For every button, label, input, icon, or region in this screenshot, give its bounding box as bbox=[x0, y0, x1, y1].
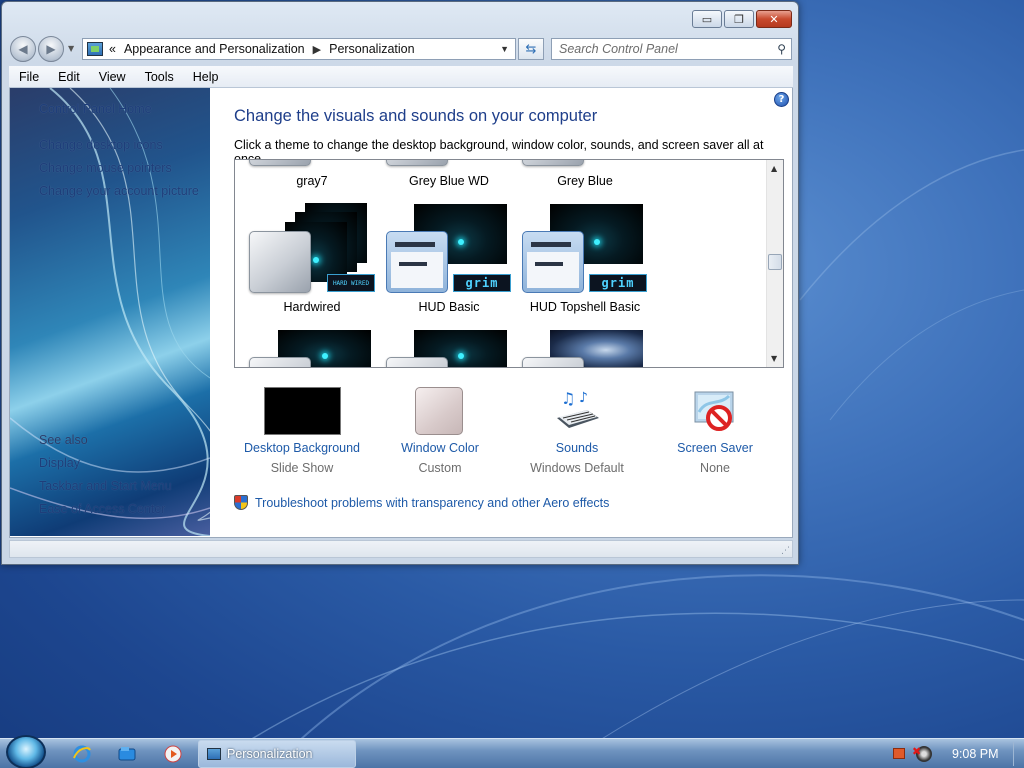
sidebar-link-ease-of-access[interactable]: Ease of Access Center bbox=[39, 502, 165, 516]
menu-bar: File Edit View Tools Help bbox=[9, 66, 793, 88]
option-label[interactable]: Desktop Background bbox=[232, 441, 372, 455]
theme-color-swatch bbox=[522, 231, 584, 293]
svg-text:♪: ♪ bbox=[579, 390, 588, 406]
theme-thumbnail bbox=[522, 357, 584, 367]
maximize-button[interactable]: ❐ bbox=[724, 10, 754, 28]
internet-explorer-icon[interactable] bbox=[72, 744, 92, 764]
forward-arrow-icon: ▶ bbox=[46, 42, 56, 56]
windows-explorer-icon[interactable] bbox=[117, 744, 137, 764]
resize-grip-icon[interactable]: ⋰ bbox=[781, 546, 790, 556]
taskbar: Personalization ✖ 9:08 PM bbox=[0, 735, 1024, 768]
search-input[interactable]: Search Control Panel ⚲ bbox=[551, 38, 792, 60]
theme-list: gray7 Grey Blue WD Grey Blue HARD WIRED bbox=[234, 159, 784, 368]
sounds-icon: ♫ ♪ bbox=[553, 388, 601, 436]
breadcrumb-prefix[interactable]: « bbox=[109, 42, 116, 56]
sidebar-link-mouse-pointers[interactable]: Change mouse pointers bbox=[39, 161, 172, 175]
content-area: Control Panel Home Change desktop icons … bbox=[9, 88, 793, 538]
search-placeholder: Search Control Panel bbox=[559, 42, 678, 56]
navigation-bar: ◀ ▶ ▼ « Appearance and Personalization ▶… bbox=[10, 36, 792, 62]
close-button[interactable]: ✕ bbox=[756, 10, 792, 28]
menu-help[interactable]: Help bbox=[183, 70, 228, 84]
sidebar-link-desktop-icons[interactable]: Change desktop icons bbox=[39, 138, 163, 152]
refresh-icon: ⇆ bbox=[525, 41, 537, 57]
theme-name: HUD Basic bbox=[418, 300, 480, 314]
grim-logo: grim bbox=[589, 274, 647, 292]
theme-thumbnail bbox=[522, 160, 584, 166]
scroll-thumb[interactable] bbox=[768, 254, 782, 270]
sidebar-link-taskbar[interactable]: Taskbar and Start Menu bbox=[39, 479, 172, 493]
media-player-icon[interactable] bbox=[163, 744, 183, 764]
refresh-button[interactable]: ⇆ bbox=[518, 38, 544, 60]
sidebar-link-account-picture[interactable]: Change your account picture bbox=[39, 184, 199, 198]
scroll-up-icon[interactable]: ▲ bbox=[771, 164, 777, 173]
status-bar: ⋰ bbox=[9, 540, 793, 558]
address-bar[interactable]: « Appearance and Personalization ▶ Perso… bbox=[82, 38, 516, 60]
control-panel-icon bbox=[87, 42, 103, 56]
tray-flag-icon[interactable] bbox=[893, 748, 905, 759]
scroll-down-icon[interactable]: ▼ bbox=[771, 354, 777, 363]
option-value: Windows Default bbox=[530, 461, 624, 475]
desktop-background-preview bbox=[264, 387, 341, 435]
search-icon[interactable]: ⚲ bbox=[777, 42, 786, 56]
taskbar-item-label: Personalization bbox=[227, 747, 313, 761]
shield-icon bbox=[234, 495, 248, 510]
back-button[interactable]: ◀ bbox=[10, 36, 36, 62]
option-label[interactable]: Window Color bbox=[370, 441, 510, 455]
sidebar-link-control-panel-home[interactable]: Control Panel Home bbox=[39, 102, 152, 116]
start-button[interactable] bbox=[6, 735, 46, 768]
window-color-swatch bbox=[415, 387, 463, 435]
svg-text:♫: ♫ bbox=[561, 389, 575, 408]
menu-edit[interactable]: Edit bbox=[48, 70, 89, 84]
theme-color-swatch bbox=[386, 231, 448, 293]
troubleshoot-link[interactable]: Troubleshoot problems with transparency … bbox=[234, 495, 609, 510]
back-arrow-icon: ◀ bbox=[18, 42, 28, 56]
main-pane: ? Change the visuals and sounds on your … bbox=[210, 88, 792, 537]
theme-thumbnail bbox=[249, 231, 311, 293]
option-value: Slide Show bbox=[270, 461, 334, 475]
theme-name: gray7 bbox=[296, 174, 328, 188]
control-panel-icon bbox=[207, 748, 221, 760]
troubleshoot-label[interactable]: Troubleshoot problems with transparency … bbox=[255, 496, 609, 510]
option-label[interactable]: Screen Saver bbox=[645, 441, 785, 455]
taskbar-item-personalization[interactable]: Personalization bbox=[198, 740, 356, 768]
forward-button[interactable]: ▶ bbox=[38, 36, 64, 62]
tray-error-icon: ✖ bbox=[912, 745, 922, 758]
personalization-window: ▭ ❐ ✕ ◀ ▶ ▼ « Appearance and Personaliza… bbox=[1, 1, 799, 565]
option-label[interactable]: Sounds bbox=[507, 441, 647, 455]
menu-file[interactable]: File bbox=[9, 70, 48, 84]
screen-saver-icon bbox=[691, 388, 739, 436]
page-title: Change the visuals and sounds on your co… bbox=[234, 107, 598, 125]
theme-thumbnail bbox=[386, 160, 448, 166]
grim-logo: grim bbox=[453, 274, 511, 292]
minimize-button[interactable]: ▭ bbox=[692, 10, 722, 28]
menu-tools[interactable]: Tools bbox=[135, 70, 183, 84]
task-pane: Control Panel Home Change desktop icons … bbox=[10, 88, 210, 536]
theme-name: HUD Topshell Basic bbox=[529, 300, 641, 314]
theme-name: Grey Blue WD bbox=[409, 174, 489, 188]
sidebar-link-display[interactable]: Display bbox=[39, 456, 80, 470]
show-desktop-button[interactable] bbox=[1013, 742, 1021, 766]
help-icon[interactable]: ? bbox=[774, 92, 789, 107]
option-value: Custom bbox=[418, 461, 462, 475]
theme-thumbnail bbox=[249, 357, 311, 367]
breadcrumb-appearance[interactable]: Appearance and Personalization bbox=[124, 42, 305, 56]
recent-pages-dropdown-icon[interactable]: ▼ bbox=[68, 44, 74, 53]
theme-list-scrollbar[interactable]: ▲ ▼ bbox=[766, 160, 783, 367]
window-controls: ▭ ❐ ✕ bbox=[692, 10, 792, 28]
breadcrumb-separator-icon[interactable]: ▶ bbox=[313, 43, 321, 56]
see-also-heading: See also bbox=[39, 433, 88, 447]
breadcrumb-personalization[interactable]: Personalization bbox=[329, 42, 414, 56]
address-dropdown-icon[interactable]: ▼ bbox=[500, 44, 509, 54]
theme-thumbnail bbox=[249, 160, 311, 166]
clock[interactable]: 9:08 PM bbox=[952, 747, 999, 761]
theme-name: Hardwired bbox=[283, 300, 341, 314]
option-value: None bbox=[700, 461, 730, 475]
theme-thumbnail bbox=[386, 357, 448, 367]
theme-name: Grey Blue bbox=[557, 174, 613, 188]
menu-view[interactable]: View bbox=[89, 70, 135, 84]
hardwired-logo: HARD WIRED bbox=[327, 274, 375, 292]
